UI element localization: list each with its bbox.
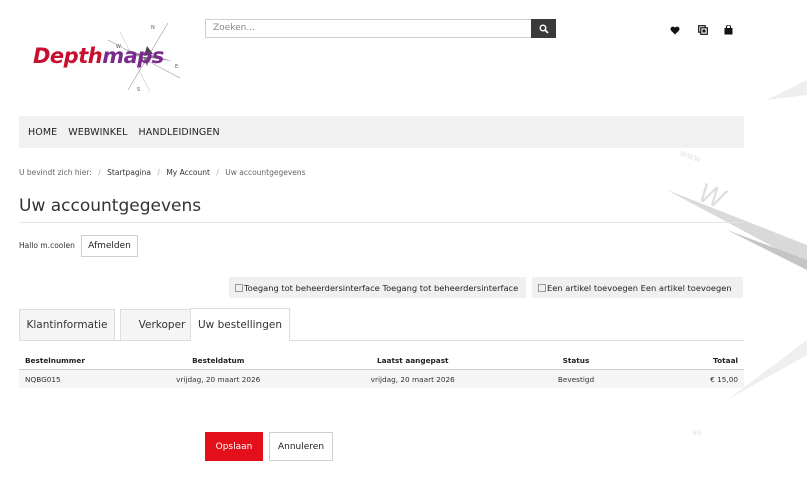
svg-text:S: S	[137, 87, 140, 93]
page-title: Uw accountgegevens	[19, 196, 202, 216]
search-input[interactable]: Zoeken...	[205, 19, 531, 38]
table-header-row: Bestelnummer Besteldatum Laatst aangepas…	[19, 352, 744, 370]
search-icon	[539, 24, 549, 34]
cancel-button[interactable]: Annuleren	[269, 432, 333, 461]
svg-text:E: E	[175, 64, 178, 70]
tabs-divider	[19, 340, 744, 341]
logo-text-part1: Depth	[33, 44, 103, 68]
shopping-bag-icon	[724, 25, 732, 35]
breadcrumb-separator: /	[157, 168, 160, 177]
breadcrumb-item-current: Uw accountgegevens	[225, 168, 306, 177]
table-row[interactable]: NQBG015 vrijdag, 20 maart 2026 vrijdag, …	[19, 369, 744, 388]
logo-text: Depthmaps	[33, 44, 164, 68]
site-logo[interactable]: N W E S Depthmaps	[20, 18, 190, 93]
site-header: N W E S Depthmaps Zoeken...	[0, 0, 807, 110]
nav-item-handleidingen[interactable]: HANDLEIDINGEN	[139, 127, 220, 138]
broken-image-icon	[538, 283, 546, 292]
breadcrumb-separator: /	[98, 168, 101, 177]
cart-button[interactable]	[720, 22, 736, 38]
add-article-button[interactable]: Een artikel toevoegen Een artikel toevoe…	[532, 277, 743, 298]
add-article-image-alt: Een artikel toevoegen	[547, 282, 639, 293]
main-navigation: HOME WEBWINKEL HANDLEIDINGEN	[19, 116, 744, 148]
logo-text-part2: maps	[102, 44, 164, 68]
order-modified-date: vrijdag, 20 maart 2026	[315, 369, 510, 388]
svg-text:www: www	[678, 148, 702, 165]
column-header-bestelnummer[interactable]: Bestelnummer	[19, 352, 121, 370]
breadcrumb-item-my-account[interactable]: My Account	[166, 168, 210, 177]
breadcrumb-item-startpagina[interactable]: Startpagina	[107, 168, 151, 177]
nav-item-webwinkel[interactable]: WEBWINKEL	[68, 127, 127, 138]
order-date: vrijdag, 20 maart 2026	[121, 369, 316, 388]
svg-text:N: N	[151, 25, 155, 31]
wishlist-button[interactable]	[667, 22, 683, 38]
admin-interface-image-alt: Toegang tot beheerdersinterface	[244, 282, 380, 293]
account-tabs: Klantinformatie Verkoper Uw bestellingen	[19, 308, 744, 341]
column-header-totaal[interactable]: Totaal	[642, 352, 744, 370]
breadcrumb-separator: /	[216, 168, 219, 177]
divider	[19, 222, 744, 223]
logout-button[interactable]: Afmelden	[81, 235, 138, 257]
order-number-link[interactable]: NQBG015	[19, 369, 121, 388]
svg-text:ss: ss	[692, 428, 702, 438]
add-article-label: Een artikel toevoegen	[640, 282, 732, 293]
column-header-besteldatum[interactable]: Besteldatum	[121, 352, 316, 370]
svg-text:W: W	[695, 178, 731, 215]
compare-icon	[698, 25, 708, 35]
column-header-status[interactable]: Status	[510, 352, 642, 370]
admin-interface-button[interactable]: Toegang tot beheerdersinterface Toegang …	[229, 277, 526, 298]
order-total: € 15,00	[642, 369, 744, 388]
tab-uw-bestellingen[interactable]: Uw bestellingen	[190, 308, 290, 341]
greeting-text: Hallo m.coolen	[19, 241, 75, 250]
nav-item-home[interactable]: HOME	[28, 127, 57, 138]
breadcrumb-prefix: U bevindt zich hier:	[19, 168, 92, 177]
admin-interface-label: Toegang tot beheerdersinterface	[382, 282, 519, 293]
compare-button[interactable]	[695, 22, 711, 38]
search-button[interactable]	[531, 19, 556, 38]
column-header-laatst-aangepast[interactable]: Laatst aangepast	[315, 352, 510, 370]
heart-icon	[670, 26, 680, 34]
breadcrumb: U bevindt zich hier: / Startpagina / My …	[19, 168, 306, 177]
save-button[interactable]: Opslaan	[205, 432, 263, 461]
tab-klantinformatie[interactable]: Klantinformatie	[19, 309, 115, 340]
orders-table: Bestelnummer Besteldatum Laatst aangepas…	[19, 352, 744, 388]
order-status: Bevestigd	[510, 369, 642, 388]
broken-image-icon	[235, 283, 243, 292]
